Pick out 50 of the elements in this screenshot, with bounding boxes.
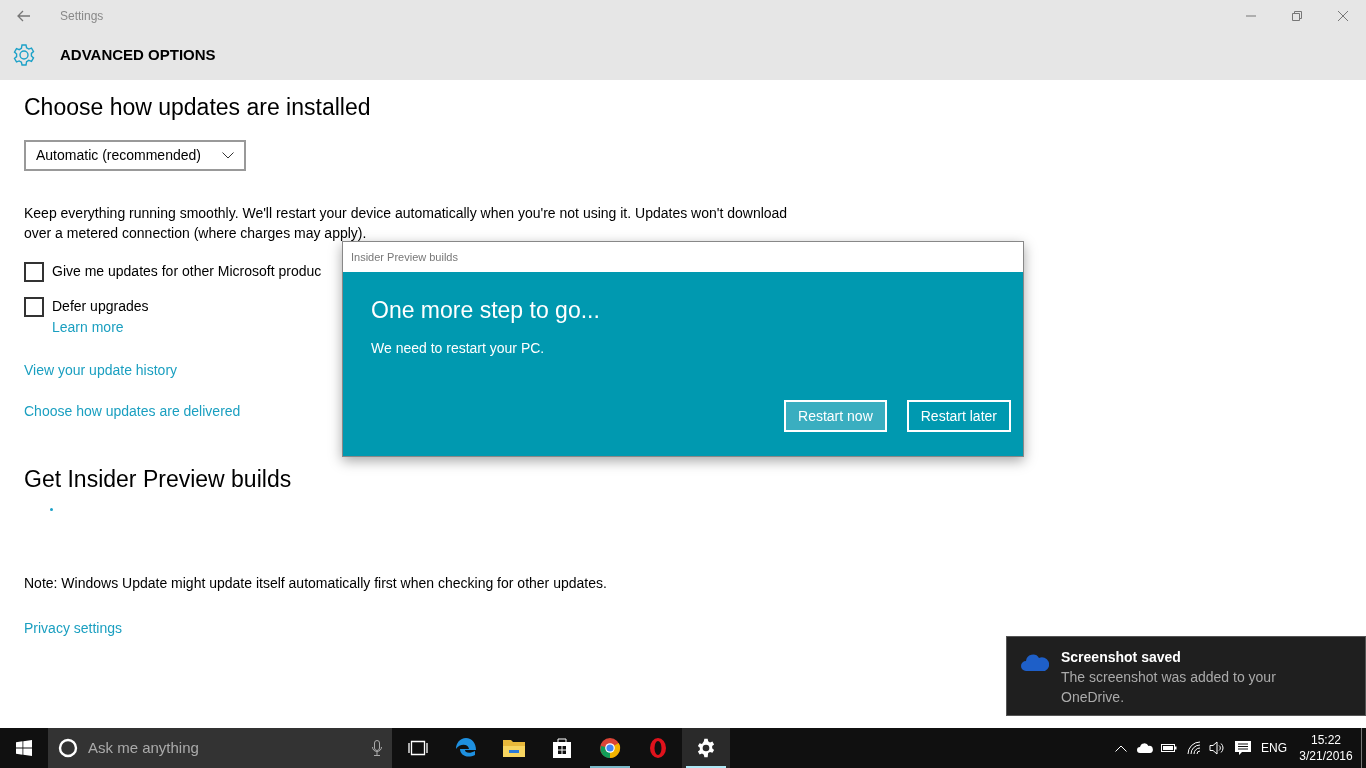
clock-date[interactable]: 3/21/2016 [1299, 748, 1353, 764]
language-indicator[interactable]: ENG [1261, 739, 1287, 757]
dialog-title: Insider Preview builds [351, 249, 458, 265]
shopping-bag-icon [552, 737, 572, 759]
microphone-icon [372, 740, 382, 756]
cloud-icon [1021, 653, 1049, 671]
search-placeholder: Ask me anything [88, 737, 199, 758]
window-title: Settings [60, 8, 104, 25]
clock-time[interactable]: 15:22 [1311, 732, 1341, 748]
checkbox-label[interactable]: Give me updates for other Microsoft produc [52, 261, 322, 282]
dialog-button[interactable]: Restart later [906, 400, 1011, 432]
ring-icon [647, 737, 669, 759]
checkbox-label[interactable]: Defer upgrades [52, 296, 149, 317]
minimize-icon [1246, 15, 1256, 17]
restore-icon [1292, 11, 1302, 21]
settings-link[interactable]: View your update history [24, 360, 241, 381]
description-text: Keep everything running smoothly. We'll restart your device automatically when you're not using it. Updates won't download over a metered connection (where charges may apply). [24, 204, 789, 243]
close-icon [1338, 11, 1348, 21]
windows-logo-icon [16, 740, 32, 756]
gear-icon [696, 738, 716, 758]
dialog-message: We need to restart your PC. [371, 339, 546, 358]
toast-message: The screenshot was added to your OneDrive. [1061, 668, 1277, 707]
privacy-settings-link[interactable]: Privacy settings [24, 618, 123, 639]
search-field[interactable]: Ask me anything [48, 728, 392, 768]
cloud-icon[interactable] [1137, 743, 1153, 753]
speaker-icon[interactable] [1209, 741, 1225, 755]
edge-icon [455, 737, 477, 759]
toast-title: Screenshot saved [1061, 648, 1182, 667]
page-title: ADVANCED OPTIONS [60, 44, 216, 65]
learn-more-link[interactable]: Learn more [52, 317, 322, 338]
dialog-heading: One more step to go... [371, 296, 601, 324]
checkbox[interactable] [24, 296, 44, 317]
taskbar-app-button[interactable] [682, 728, 730, 768]
section-heading: Get Insider Preview builds [24, 465, 292, 494]
section-heading: Choose how updates are installed [24, 93, 371, 122]
browser-circle-icon [599, 737, 621, 759]
settings-link[interactable]: Choose how updates are delivered [24, 401, 241, 422]
install-mode-dropdown[interactable]: Automatic (recommended) [24, 140, 246, 171]
battery-icon[interactable] [1161, 743, 1177, 753]
wifi-icon[interactable] [1187, 741, 1201, 755]
folder-icon [503, 738, 525, 758]
back-arrow-icon [17, 10, 31, 22]
gear-icon [12, 43, 36, 67]
chevron-up-icon[interactable] [1115, 744, 1127, 752]
task-view-icon [407, 740, 429, 756]
action-center-icon[interactable] [1235, 740, 1251, 756]
cortana-circle-icon [58, 738, 78, 758]
chevron-down-icon [222, 152, 234, 159]
checkbox[interactable] [24, 261, 44, 282]
note-text: Note: Windows Update might update itself automatically first when checking for other updates. [24, 574, 607, 593]
